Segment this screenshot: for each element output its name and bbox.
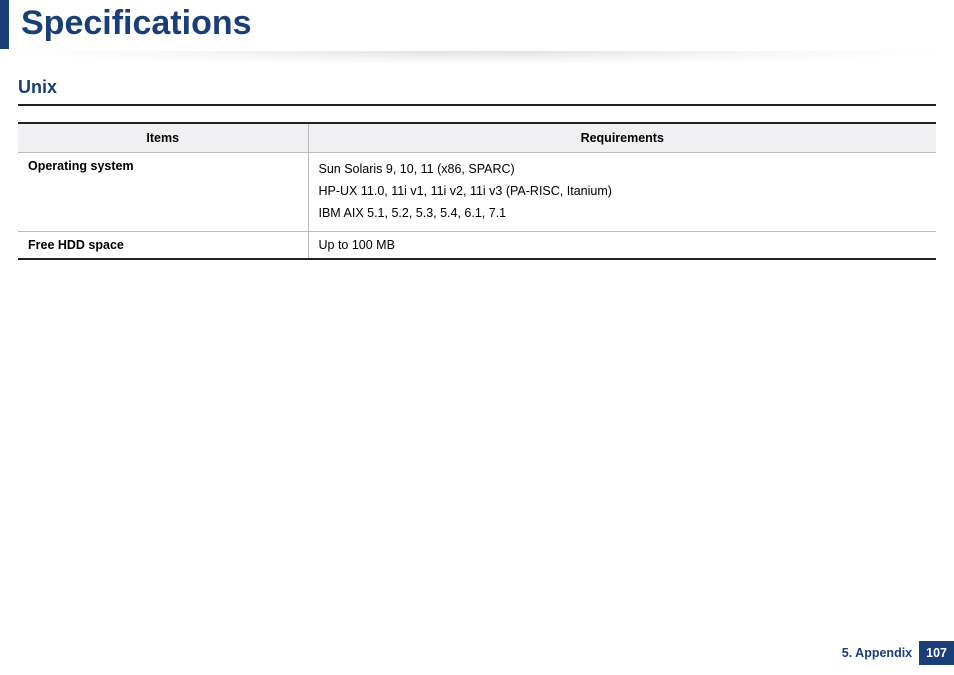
os-line-3: IBM AIX 5.1, 5.2, 5.3, 5.4, 6.1, 7.1 bbox=[319, 203, 927, 225]
os-requirement-lines: Sun Solaris 9, 10, 11 (x86, SPARC) HP-UX… bbox=[319, 159, 927, 225]
col-header-requirements: Requirements bbox=[308, 123, 936, 153]
page-footer: 5. Appendix 107 bbox=[842, 641, 954, 665]
spec-table: Items Requirements Operating system Sun … bbox=[18, 122, 936, 260]
cell-item-hdd: Free HDD space bbox=[18, 232, 308, 260]
cell-req-hdd: Up to 100 MB bbox=[308, 232, 936, 260]
table-row: Operating system Sun Solaris 9, 10, 11 (… bbox=[18, 153, 936, 232]
page-title: Specifications bbox=[21, 0, 954, 49]
col-header-items: Items bbox=[18, 123, 308, 153]
content-area: Unix Items Requirements Operating system… bbox=[0, 65, 954, 260]
cell-req-os: Sun Solaris 9, 10, 11 (x86, SPARC) HP-UX… bbox=[308, 153, 936, 232]
title-bar: Specifications bbox=[0, 0, 954, 49]
header-shadow bbox=[0, 51, 954, 65]
section-title: Unix bbox=[18, 77, 936, 106]
table-row: Free HDD space Up to 100 MB bbox=[18, 232, 936, 260]
footer-chapter: 5. Appendix bbox=[842, 646, 912, 660]
os-line-1: Sun Solaris 9, 10, 11 (x86, SPARC) bbox=[319, 159, 927, 181]
cell-item-os: Operating system bbox=[18, 153, 308, 232]
table-header-row: Items Requirements bbox=[18, 123, 936, 153]
os-line-2: HP-UX 11.0, 11i v1, 11i v2, 11i v3 (PA-R… bbox=[319, 181, 927, 203]
footer-page-number: 107 bbox=[919, 641, 954, 665]
page-header: Specifications bbox=[0, 0, 954, 65]
